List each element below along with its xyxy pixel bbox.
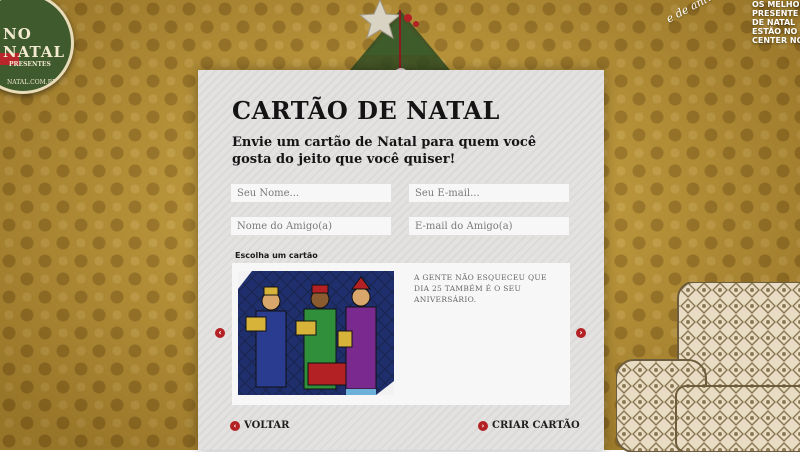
email-field[interactable] [408,183,570,203]
hanging-string [399,10,401,72]
friend-name-field[interactable] [230,216,392,236]
promo-line: DE NATAL [752,18,796,27]
chevron-left-icon: ‹ [218,328,222,337]
promo-text-block[interactable]: OS MELHOR PRESENTE DE NATAL ESTÃO NO CEN… [752,0,800,45]
next-card-button[interactable]: › [576,328,586,338]
friend-email-field[interactable] [408,216,570,236]
prev-card-button[interactable]: ‹ [215,328,225,338]
logo-subtitle: PRESENTES [9,61,51,68]
page-title: CARTÃO DE NATAL [232,96,500,125]
promo-line: PRESENTE [752,9,799,18]
choose-card-label: Escolha um cartão [235,251,318,260]
card-preview[interactable]: A GENTE NÃO ESQUECEU QUE DIA 25 TAMBÉM É… [232,263,570,405]
chevron-left-icon: ‹ [230,420,240,431]
name-field[interactable] [230,183,392,203]
chevron-right-icon: › [579,328,583,337]
promo-line: OS MELHOR [752,0,800,9]
form-subtitle: Envie um cartão de Natal para quem você … [232,135,537,167]
three-wise-men-stained-glass-icon [238,271,394,395]
logo-url: NATAL.COM.BR [7,79,57,86]
card-form-panel: CARTÃO DE NATAL Envie um cartão de Natal… [198,70,604,450]
create-card-label: CRIAR CARTÃO [492,420,580,431]
chevron-right-icon: › [478,420,488,431]
logo-brand-text: NO NATAL [3,25,66,61]
promo-line: ESTÃO NO [752,27,798,36]
back-label: VOLTAR [244,420,290,431]
back-button[interactable]: ‹ VOLTAR [230,420,289,431]
create-card-button[interactable]: › CRIAR CARTÃO [478,420,580,431]
armchair-icon [616,282,800,452]
card-message: A GENTE NÃO ESQUECEU QUE DIA 25 TAMBÉM É… [414,273,547,304]
promo-line: CENTER NO [752,36,800,45]
